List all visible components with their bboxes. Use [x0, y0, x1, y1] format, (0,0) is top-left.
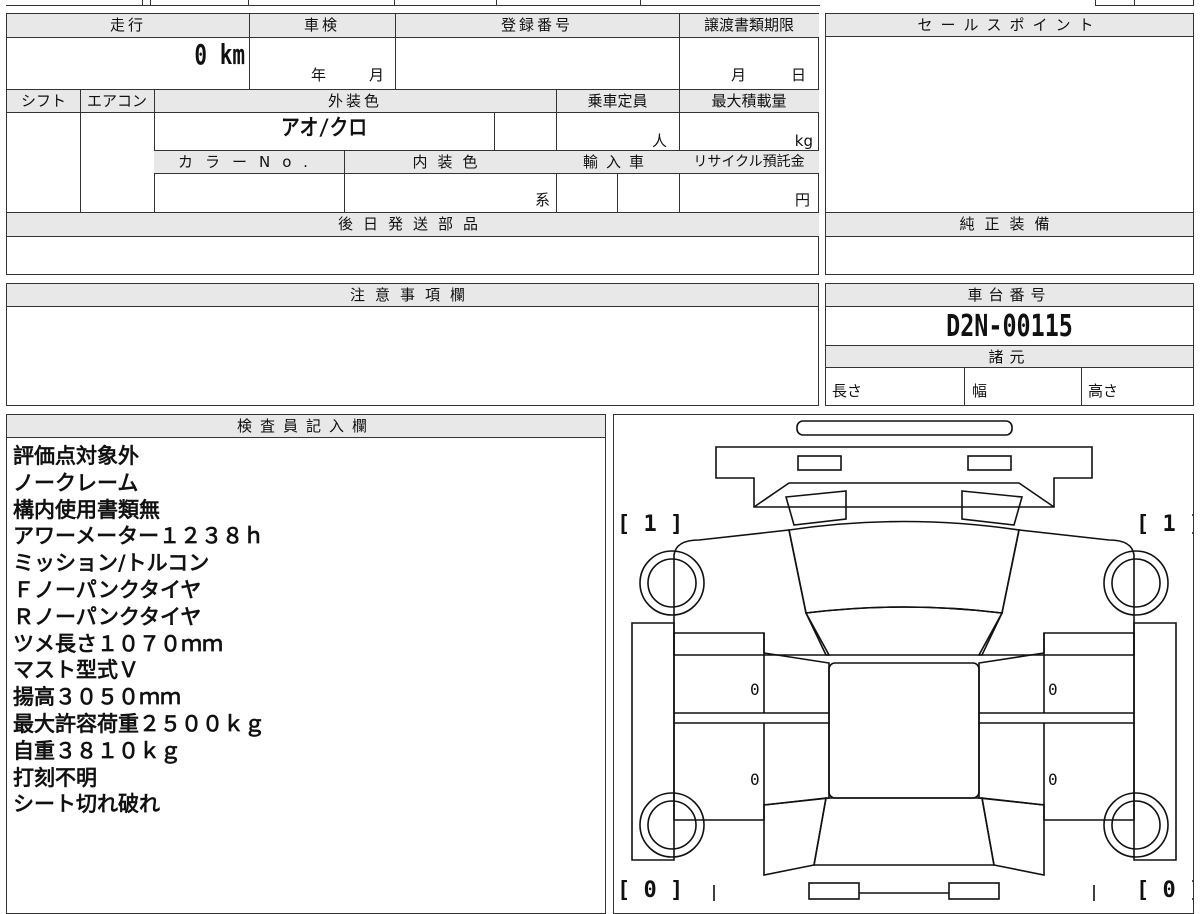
mileage-value: 0 km [194, 38, 245, 71]
front-right-bracket: [ 1 ] [1136, 512, 1193, 537]
note-line: シート切れ破れ [13, 792, 160, 817]
color-no-header: カラーNo. [154, 151, 344, 173]
max-load-header: 最大積載量 [679, 90, 819, 112]
note-line: マスト型式Ｖ [13, 658, 139, 683]
note-line: 打刻不明 [13, 765, 97, 790]
roof-front [804, 606, 1004, 656]
windshield [788, 520, 1020, 614]
right-headlight [967, 455, 1012, 471]
left-rear-door-value: 0 [750, 770, 760, 789]
genuine-equipment-panel: 純正装備 [825, 212, 1194, 275]
car-diagram-panel: [ 1 ] [ 1 ] [ 0 ] [ 0 ] 0 0 0 0 [613, 414, 1194, 914]
rear-right-bracket: [ 0 ] [1136, 878, 1193, 901]
right-rear-quarter [981, 797, 1045, 876]
left-hood-vent [784, 490, 847, 526]
right-front-door-value: 0 [1048, 680, 1058, 699]
right-doors [978, 632, 1135, 821]
left-rear-quarter [763, 797, 827, 876]
sales-point-header: セールスポイント [826, 14, 1193, 37]
right-side-sill [1133, 622, 1177, 861]
sales-point-panel: セールスポイント [825, 13, 1194, 213]
left-front-fender [673, 529, 831, 656]
note-line: 構内使用書類無 [13, 497, 160, 522]
left-front-wheel [639, 550, 705, 616]
inspection-month: 月 [369, 66, 385, 84]
note-line: 最大許容荷重２５００ｋｇ [13, 711, 265, 736]
shift-header: シフト [7, 90, 80, 112]
length-label: 長さ [832, 382, 863, 400]
right-front-fender [977, 529, 1135, 656]
inspector-notes: 評価点対象外 ノークレーム 構内使用書類無 アワーメーター１２３８ｈ ミッション… [13, 443, 603, 818]
width-label: 幅 [972, 382, 988, 400]
car-body-diagram: [ 1 ] [ 1 ] [ 0 ] [ 0 ] 0 0 0 0 [617, 420, 1193, 901]
left-doors [673, 632, 830, 821]
inspection-year: 年 [311, 66, 327, 84]
inspector-panel: 検査員記入欄 評価点対象外 ノークレーム 構内使用書類無 アワーメーター１２３８… [6, 414, 606, 914]
note-line: 自重３８１０ｋｇ [13, 738, 181, 763]
caution-panel: 注意事項欄 [6, 283, 819, 406]
interior-color-header: 内装色 [344, 151, 556, 173]
right-rear-wheel [1103, 792, 1169, 858]
note-line: ツメ長さ１０７０ｍｍ [13, 631, 223, 656]
left-rear-wheel [639, 792, 705, 858]
interior-color-suffix: 系 [535, 191, 551, 209]
max-load-unit: kg [794, 132, 813, 150]
inspection-header: 車検 [249, 14, 395, 37]
front-left-bracket: [ 1 ] [617, 512, 683, 537]
inspector-header: 検査員記入欄 [7, 415, 605, 438]
left-front-door-value: 0 [750, 680, 760, 699]
left-headlight [797, 455, 842, 471]
registration-header: 登録番号 [395, 14, 679, 37]
right-hood-vent [961, 490, 1024, 526]
mileage-header: 走行 [7, 14, 249, 37]
capacity-header: 乗車定員 [556, 90, 679, 112]
note-line: アワーメーター１２３８ｈ [13, 524, 265, 549]
transfer-deadline-header: 譲渡書類期限 [679, 14, 819, 37]
exterior-color-value: アオ/クロ [280, 116, 368, 141]
note-line: ミッション/トルコン [13, 551, 210, 576]
height-label: 高さ [1088, 382, 1119, 400]
roof [828, 662, 980, 799]
chassis-panel: 車台番号 D2N-00115 諸元 長さ 幅 高さ [825, 283, 1194, 406]
right-rear-light [948, 882, 1000, 900]
aircon-header: エアコン [80, 90, 154, 112]
right-front-wheel [1103, 550, 1169, 616]
front-bumper [715, 446, 1093, 508]
vehicle-info-form: 走行 車検 登録番号 譲渡書類期限 0 km 年 月 月 日 シフト エアコン … [6, 13, 819, 275]
chassis-header: 車台番号 [826, 284, 1193, 307]
right-rear-door-value: 0 [1048, 770, 1058, 789]
front-bumper-strip [796, 420, 1013, 436]
import-header: 輸入車 [556, 151, 679, 173]
rear-window [813, 797, 995, 866]
exterior-color-header: 外装色 [154, 90, 556, 112]
recycle-unit: 円 [795, 191, 811, 209]
note-line: 揚高３０５０ｍｍ [13, 685, 181, 710]
chassis-number: D2N-00115 [946, 309, 1073, 344]
note-line: Ｒノーパンクタイヤ [13, 604, 202, 629]
caution-header: 注意事項欄 [7, 284, 818, 307]
left-side-sill [631, 622, 675, 861]
recycle-header: リサイクル預託金 [679, 151, 819, 173]
top-strip [6, 0, 820, 6]
later-parts-header: 後日発送部品 [7, 213, 819, 236]
note-line: 評価点対象外 [13, 444, 139, 468]
note-line: Ｆノーパンクタイヤ [13, 577, 202, 602]
transfer-month: 月 [731, 66, 747, 84]
rear-left-bracket: [ 0 ] [617, 878, 683, 901]
top-strip-right [1095, 0, 1194, 6]
left-rear-light [808, 882, 860, 900]
note-line: ノークレーム [13, 470, 139, 495]
genuine-equipment-header: 純正装備 [826, 213, 1193, 237]
specs-header: 諸元 [826, 345, 1193, 368]
transfer-day: 日 [791, 66, 807, 84]
capacity-unit: 人 [652, 132, 668, 150]
